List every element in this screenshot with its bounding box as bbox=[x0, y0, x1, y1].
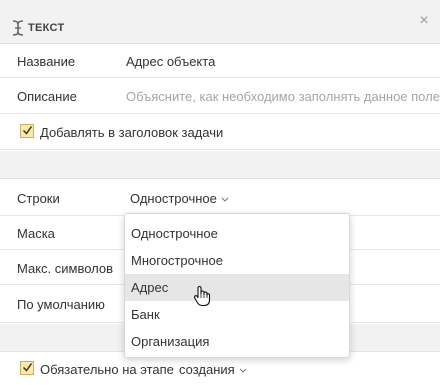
text-cursor-icon bbox=[12, 20, 24, 36]
checkmark-icon bbox=[22, 126, 33, 135]
panel-header: ТЕКСТ × bbox=[0, 0, 440, 44]
close-icon[interactable]: × bbox=[416, 13, 432, 29]
lines-label: Строки bbox=[17, 191, 60, 206]
description-label: Описание bbox=[17, 89, 77, 104]
dropdown-option[interactable]: Многострочное bbox=[125, 247, 349, 274]
lines-dropdown-menu: Однострочное Многострочное Адрес Банк Ор… bbox=[124, 213, 350, 358]
stage-select-value: создания bbox=[179, 362, 235, 377]
add-to-title-checkbox[interactable] bbox=[20, 124, 34, 138]
max-chars-label: Макс. символов bbox=[17, 261, 114, 276]
add-to-title-label: Добавлять в заголовок задачи bbox=[40, 125, 224, 140]
panel-title: ТЕКСТ bbox=[28, 22, 65, 34]
section-divider bbox=[0, 151, 440, 179]
chevron-down-icon bbox=[221, 197, 229, 202]
required-label: Обязательно на этапе bbox=[40, 362, 174, 377]
text-field-settings-panel: ТЕКСТ × Название Адрес объекта Описание … bbox=[0, 0, 440, 385]
mask-label: Маска bbox=[17, 226, 55, 241]
name-label: Название bbox=[17, 54, 76, 69]
default-label: По умолчанию bbox=[17, 297, 105, 312]
lines-select-value: Однострочное bbox=[130, 191, 217, 206]
add-to-title-row: Добавлять в заголовок задачи bbox=[0, 115, 440, 150]
dropdown-option[interactable]: Организация bbox=[125, 328, 349, 355]
hand-cursor-icon bbox=[193, 285, 211, 307]
dropdown-option[interactable]: Банк bbox=[125, 301, 349, 328]
stage-select[interactable]: создания bbox=[179, 362, 247, 377]
chevron-down-icon bbox=[239, 368, 247, 373]
dropdown-option[interactable]: Адрес bbox=[125, 274, 349, 301]
name-input[interactable]: Адрес объекта bbox=[126, 54, 215, 69]
description-row: Описание Объясните, как необходимо запол… bbox=[0, 79, 440, 114]
name-row: Название Адрес объекта bbox=[0, 45, 440, 78]
dropdown-option[interactable]: Однострочное bbox=[125, 220, 349, 247]
checkmark-icon bbox=[22, 363, 33, 372]
required-checkbox[interactable] bbox=[20, 361, 34, 375]
lines-select[interactable]: Однострочное bbox=[130, 191, 229, 206]
lines-row: Строки Однострочное bbox=[0, 180, 440, 216]
description-input[interactable]: Объясните, как необходимо заполнять данн… bbox=[126, 89, 440, 104]
